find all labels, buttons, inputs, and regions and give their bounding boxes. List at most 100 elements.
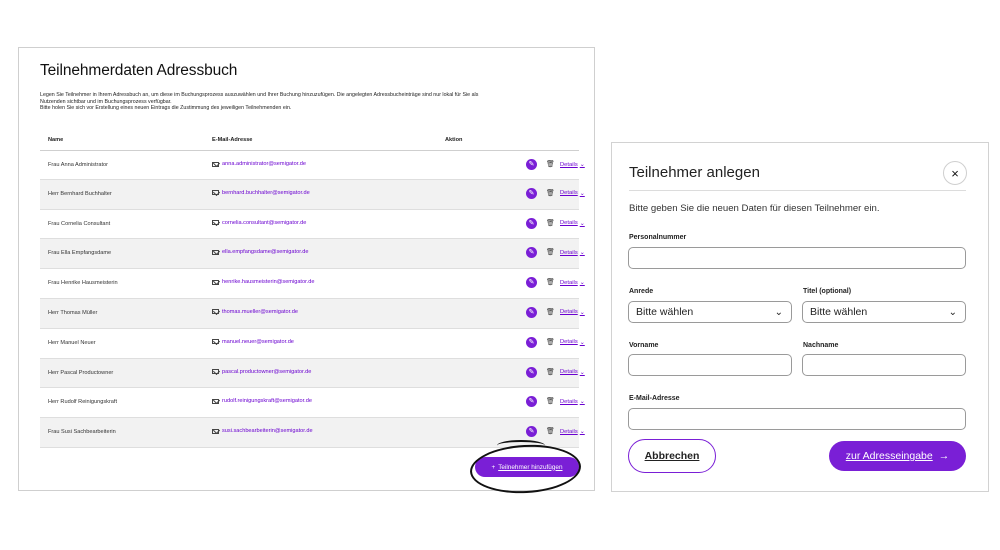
close-icon[interactable]: × — [943, 161, 967, 185]
vorname-field[interactable] — [628, 354, 792, 376]
highlight-circle-tail — [497, 440, 545, 451]
arrow-right-icon: → — [938, 450, 950, 462]
edit-icon[interactable]: ✎ — [526, 366, 537, 378]
details-label: Details — [560, 220, 578, 227]
mail-icon — [212, 339, 219, 345]
trash-icon[interactable]: 🗑 — [546, 278, 555, 286]
details-label: Details — [560, 339, 578, 346]
trash-icon[interactable]: 🗑 — [546, 308, 555, 316]
details-label: Details — [560, 428, 578, 435]
participant-email: cornelia.consultant@semigator.de — [222, 219, 307, 226]
participant-name: Herr Rudolf Reinigungskraft — [48, 399, 118, 406]
participant-email-link[interactable]: susi.sachbearbeiterin@semigator.de — [212, 428, 313, 434]
details-toggle[interactable]: Details ⌄ — [560, 161, 585, 169]
personalnummer-field[interactable] — [628, 247, 966, 269]
mail-icon — [212, 279, 219, 285]
intro-line: Legen Sie Teilnehmer in Ihrem Adressbuch… — [40, 92, 479, 98]
trash-icon[interactable]: 🗑 — [546, 397, 555, 405]
trash-icon[interactable]: 🗑 — [546, 189, 555, 197]
table-row: Herr Bernhard Buchhalter bernhard.buchhal… — [40, 179, 585, 210]
participant-email: ella.empfangsdame@semigator.de — [222, 249, 309, 256]
trash-icon[interactable]: 🗑 — [546, 427, 555, 435]
next-address-button[interactable]: zur Adresseingabe → — [829, 441, 966, 471]
details-label: Details — [560, 309, 578, 316]
details-toggle[interactable]: Details ⌄ — [560, 309, 585, 316]
participant-email-link[interactable]: bernhard.buchhalter@semigator.de — [212, 190, 310, 196]
create-participant-modal: Teilnehmer anlegen × Bitte geben Sie die… — [611, 142, 989, 492]
mail-icon — [212, 428, 219, 434]
edit-icon[interactable]: ✎ — [526, 336, 537, 348]
mail-icon — [212, 161, 219, 167]
participant-email-link[interactable]: manuel.neuer@semigator.de — [212, 339, 294, 345]
chevron-down-icon: ⌄ — [948, 307, 957, 318]
table-row: Frau Henrike Hausmeisterin henrike.hausme… — [40, 269, 585, 299]
edit-icon[interactable]: ✎ — [526, 396, 537, 408]
personalnummer-label: Personalnummer — [629, 234, 687, 241]
mail-icon — [212, 398, 219, 404]
chevron-down-icon: ⌄ — [579, 309, 585, 316]
intro-text: Legen Sie Teilnehmer in Ihrem Adressbuch… — [40, 92, 585, 112]
participant-email: manuel.neuer@semigator.de — [222, 338, 294, 345]
details-toggle[interactable]: Details ⌄ — [560, 190, 585, 197]
addressbook-panel: Teilnehmerdaten Adressbuch Legen Sie Tei… — [18, 47, 595, 491]
details-label: Details — [560, 369, 578, 376]
chevron-down-icon: ⌄ — [579, 280, 585, 287]
participant-name: Frau Cornelia Consultant — [48, 220, 111, 227]
details-label: Details — [560, 249, 578, 256]
edit-icon[interactable]: ✎ — [526, 187, 537, 199]
anrede-select-value: Bitte wählen — [636, 306, 694, 318]
trash-icon[interactable]: 🗑 — [546, 160, 555, 168]
participant-name: Frau Ella Empfangsdame — [48, 250, 112, 257]
participant-email-link[interactable]: henrike.hausmeisterin@semigator.de — [212, 279, 314, 285]
details-toggle[interactable]: Details ⌄ — [560, 369, 585, 376]
details-toggle[interactable]: Details ⌄ — [560, 249, 585, 257]
details-label: Details — [560, 190, 578, 197]
edit-icon[interactable]: ✎ — [526, 217, 537, 229]
edit-icon[interactable]: ✎ — [526, 159, 537, 170]
participant-email-link[interactable]: rudolf.reinigungskraft@semigator.de — [212, 398, 312, 404]
chevron-down-icon: ⌄ — [579, 339, 585, 346]
mail-icon — [212, 309, 219, 315]
trash-icon[interactable]: 🗑 — [546, 248, 555, 256]
chevron-down-icon: ⌄ — [579, 369, 585, 376]
participant-email-link[interactable]: pascal.productowner@semigator.de — [212, 369, 311, 375]
participant-email-link[interactable]: thomas.mueller@semigator.de — [212, 309, 298, 315]
details-toggle[interactable]: Details ⌄ — [560, 220, 585, 227]
table-row: Frau Anna Administrator anna.administrato… — [40, 150, 585, 180]
email-field[interactable] — [628, 408, 966, 430]
edit-icon[interactable]: ✎ — [526, 426, 537, 438]
nachname-field[interactable] — [802, 354, 966, 376]
modal-title: Teilnehmer anlegen — [629, 164, 760, 181]
participant-name: Herr Thomas Müller — [48, 309, 98, 316]
participant-email: henrike.hausmeisterin@semigator.de — [222, 279, 315, 286]
edit-icon[interactable]: ✎ — [526, 277, 537, 289]
intro-line: Nutzenden sichtbar und im Buchungsprozes… — [40, 98, 172, 105]
trash-icon[interactable]: 🗑 — [546, 219, 555, 227]
participant-email: anna.administrator@semigator.de — [222, 161, 307, 167]
table-row: Herr Thomas Müller thomas.mueller@semigat… — [40, 298, 585, 329]
anrede-select[interactable]: Bitte wählen ⌄ — [628, 301, 792, 323]
column-header-email: E-Mail-Adresse — [212, 137, 253, 143]
edit-icon[interactable]: ✎ — [526, 247, 537, 259]
details-toggle[interactable]: Details ⌄ — [560, 398, 585, 406]
participant-email-link[interactable]: cornelia.consultant@semigator.de — [212, 220, 306, 226]
participant-email-link[interactable]: ella.empfangsdame@semigator.de — [212, 249, 309, 255]
trash-icon[interactable]: 🗑 — [546, 338, 555, 346]
edit-icon[interactable]: ✎ — [526, 306, 537, 318]
details-toggle[interactable]: Details ⌄ — [560, 428, 585, 436]
next-address-label: zur Adresseingabe — [845, 450, 933, 462]
titel-select-value: Bitte wählen — [810, 306, 868, 318]
trash-icon[interactable]: 🗑 — [546, 368, 555, 376]
table-row: Frau Ella Empfangsdame ella.empfangsdame@… — [40, 239, 585, 270]
participant-name: Herr Pascal Productowner — [48, 369, 114, 376]
chevron-down-icon: ⌄ — [579, 162, 585, 168]
participant-email-link[interactable]: anna.administrator@semigator.de — [212, 161, 306, 167]
details-toggle[interactable]: Details ⌄ — [560, 279, 585, 287]
cancel-button[interactable]: Abbrechen — [628, 439, 716, 473]
table-row: Herr Rudolf Reinigungskraft rudolf.reinig… — [40, 388, 585, 419]
titel-select[interactable]: Bitte wählen ⌄ — [802, 301, 966, 323]
modal-subtitle: Bitte geben Sie die neuen Daten für dies… — [629, 203, 880, 214]
details-label: Details — [560, 398, 578, 405]
participant-name: Frau Henrike Hausmeisterin — [48, 280, 118, 287]
details-toggle[interactable]: Details ⌄ — [560, 339, 585, 346]
